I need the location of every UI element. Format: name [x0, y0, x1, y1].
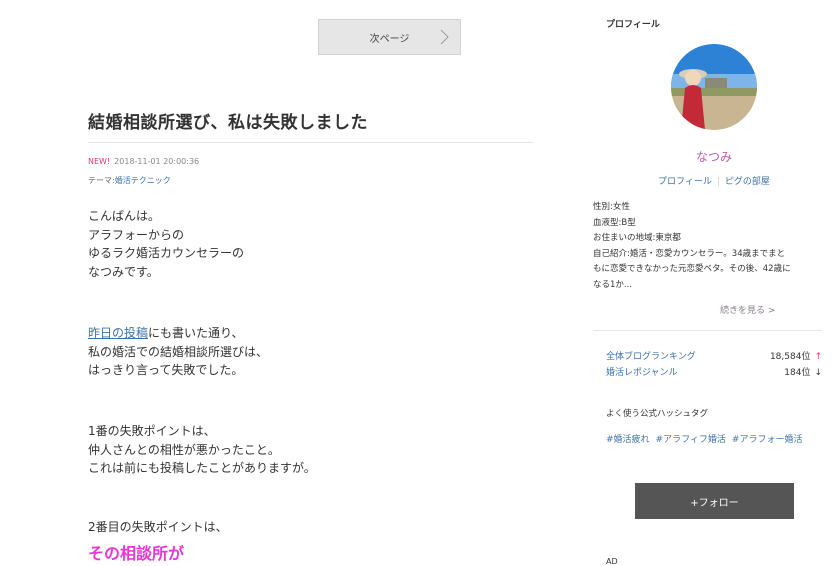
- ranking-value-wrap: 18,584位 ↑: [770, 349, 822, 362]
- text-line: 2番目の失敗ポイントは、: [88, 520, 228, 534]
- text-line: 仲人さんとの相性が悪かったこと。: [88, 442, 280, 457]
- avatar-photo: [671, 44, 757, 130]
- text-line: 私の婚活での結婚相談所選びは、: [88, 344, 269, 359]
- theme-link[interactable]: 婚活テクニック: [115, 176, 171, 185]
- profile-links: プロフィール | ピグの部屋: [606, 174, 822, 187]
- info-line: 性別:女性: [593, 202, 630, 212]
- info-line: 血液型:B型: [593, 217, 636, 228]
- hashtag-heading: よく使う公式ハッシュタグ: [606, 409, 709, 419]
- ranking-value: 184位: [784, 368, 811, 378]
- hashtag-link[interactable]: #アラフィフ婚活: [656, 435, 726, 445]
- arrow-up-icon: ↑: [814, 352, 822, 362]
- highlight-text: その相談所が: [88, 544, 185, 563]
- text-line: なつみです。: [88, 264, 159, 279]
- text-line: はっきり言って失敗でした。: [88, 363, 244, 377]
- link-separator: |: [716, 177, 720, 187]
- new-badge: NEW!: [88, 157, 111, 166]
- read-more-link[interactable]: 続きを見る >: [720, 303, 775, 316]
- post-theme: テーマ:婚活テクニック: [88, 175, 171, 186]
- text-line: 1番の失敗ポイントは、: [88, 424, 216, 438]
- info-line: お住まいの地域:東京都: [593, 233, 681, 243]
- ranking-row: 全体ブログランキング 18,584位 ↑: [606, 349, 822, 362]
- info-line: なる1か...: [593, 279, 633, 290]
- text-line: アラフォーからの: [88, 227, 185, 242]
- text-line: ゆるラク婚活カウンセラーの: [88, 246, 245, 260]
- text-fragment: にも書いた通り、: [148, 326, 244, 340]
- chevron-right-icon: [440, 29, 449, 45]
- arrow-down-icon: ↓: [814, 368, 822, 378]
- sidebar-divider: [593, 330, 822, 331]
- next-page-label: 次ページ: [369, 33, 410, 45]
- profile-link[interactable]: プロフィール: [658, 177, 712, 187]
- text-line: こんばんは。: [88, 209, 161, 223]
- follow-button[interactable]: +フォロー: [635, 483, 794, 519]
- ad-label: AD: [606, 557, 618, 566]
- text-line: これは前にも投稿したことがありますが。: [88, 461, 316, 475]
- post-title: 結婚相談所選び、私は失敗しました: [88, 113, 368, 133]
- paragraph-intro: 昨日の投稿にも書いた通り、 私の婚活での結婚相談所選びは、 はっきり言って失敗で…: [88, 324, 268, 380]
- theme-prefix: テーマ:: [88, 176, 115, 185]
- title-divider: [88, 142, 534, 143]
- ranking-value-wrap: 184位 ↓: [784, 365, 822, 378]
- ranking-genre-link[interactable]: 婚活レポジャンル: [606, 365, 678, 378]
- info-line: 自己紹介:婚活・恋愛カウンセラー。34歳までまと: [593, 248, 786, 259]
- paragraph-first-point: 1番の失敗ポイントは、 仲人さんとの相性が悪かったこと。 これは前にも投稿したこ…: [88, 422, 316, 478]
- avatar[interactable]: [671, 44, 757, 130]
- paragraph-greeting: こんばんは。 アラフォーからの ゆるラク婚活カウンセラーの なつみです。: [88, 207, 244, 281]
- profile-heading: プロフィール: [606, 20, 660, 30]
- post-datetime: 2018-11-01 20:00:36: [114, 157, 200, 166]
- next-page-button[interactable]: 次ページ: [318, 19, 461, 55]
- pigg-room-link[interactable]: ピグの部屋: [725, 177, 770, 187]
- ranking-overall-link[interactable]: 全体ブログランキング: [606, 349, 696, 362]
- paragraph-second-point: 2番目の失敗ポイントは、: [88, 518, 228, 537]
- hashtag-link[interactable]: #婚活疲れ: [606, 435, 650, 445]
- ranking-value: 18,584位: [769, 352, 811, 362]
- text-line: 昨日の投稿にも書いた通り、: [88, 324, 268, 343]
- profile-info: 性別:女性 血液型:B型 お住まいの地域:東京都 自己紹介:婚活・恋愛カウンセラ…: [593, 200, 828, 293]
- ranking-row: 婚活レポジャンル 184位 ↓: [606, 365, 822, 378]
- post-meta: NEW! 2018-11-01 20:00:36: [88, 157, 199, 166]
- hashtag-list: #婚活疲れ #アラフィフ婚活 #アラフォー婚活: [606, 432, 808, 445]
- hashtag-link[interactable]: #アラフォー婚活: [732, 435, 803, 445]
- info-line: もに恋愛できなかった元恋愛ベタ。その後、42歳に: [593, 264, 791, 274]
- profile-name[interactable]: なつみ: [606, 148, 822, 165]
- yesterday-post-link[interactable]: 昨日の投稿: [88, 326, 148, 340]
